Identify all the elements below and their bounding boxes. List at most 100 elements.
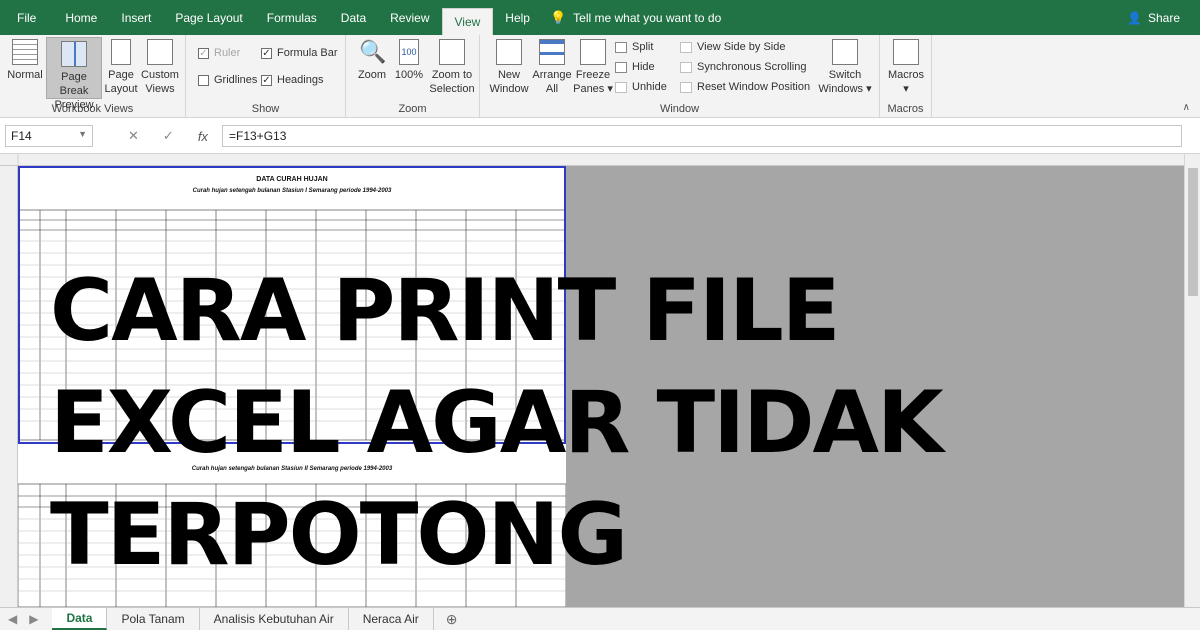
overlay-title-line-2: EXCEL AGAR TIDAK xyxy=(50,373,944,473)
zoom-to-selection-button[interactable]: Zoom to Selection xyxy=(428,39,476,96)
menu-help[interactable]: Help xyxy=(493,0,542,35)
formula-bar-check-icon: ✓ xyxy=(261,47,272,59)
menu-review[interactable]: Review xyxy=(378,0,441,35)
freeze-panes-label-2: Panes ▾ xyxy=(573,83,613,95)
overlay-title-line-1: CARA PRINT FILE xyxy=(50,261,841,361)
unhide-label: Unhide xyxy=(632,81,667,93)
overlay-title-line-3: TERPOTONG xyxy=(50,485,628,585)
new-window-icon xyxy=(496,39,522,65)
arrange-all-label-1: Arrange xyxy=(532,69,572,81)
unhide-button[interactable]: Unhide xyxy=(615,81,667,93)
headings-check-icon: ✓ xyxy=(261,74,272,86)
new-window-button[interactable]: New Window xyxy=(488,39,530,96)
menu-data[interactable]: Data xyxy=(329,0,378,35)
column-header-ticks xyxy=(17,154,19,166)
formula-bar-checkbox[interactable]: ✓ Formula Bar xyxy=(261,47,338,59)
menu-view[interactable]: View xyxy=(441,8,494,35)
synchronous-scrolling-button[interactable]: Synchronous Scrolling xyxy=(680,61,806,73)
custom-views-label-1: Custom xyxy=(141,69,179,81)
menu-bar: File Home Insert Page Layout Formulas Da… xyxy=(0,0,1200,35)
switch-windows-button[interactable]: Switch Windows ▾ xyxy=(818,39,872,96)
split-label: Split xyxy=(632,41,654,53)
page-layout-view-button[interactable]: Page Layout xyxy=(104,39,138,96)
tab-pola-tanam[interactable]: Pola Tanam xyxy=(107,608,200,630)
lightbulb-icon: 💡 xyxy=(549,9,567,25)
tab-analisis-kebutuhan-air[interactable]: Analisis Kebutuhan Air xyxy=(200,608,349,630)
arrange-all-button[interactable]: Arrange All xyxy=(532,39,572,96)
menu-formulas[interactable]: Formulas xyxy=(255,0,329,35)
name-box[interactable]: F14 ▼ xyxy=(5,125,93,147)
share-button[interactable]: 👤 Share xyxy=(1127,0,1180,35)
magnifier-icon: 🔍 xyxy=(359,39,387,64)
view-side-by-side-button[interactable]: View Side by Side xyxy=(680,41,785,53)
split-button[interactable]: Split xyxy=(615,41,653,53)
page-layout-label-2: Layout xyxy=(104,83,138,95)
cancel-icon[interactable]: ✕ xyxy=(128,128,139,144)
normal-view-button[interactable]: Normal xyxy=(6,39,44,82)
tab-data[interactable]: Data xyxy=(52,608,108,630)
hide-label: Hide xyxy=(632,61,655,73)
page-layout-icon xyxy=(111,39,131,65)
window-group-label: Window xyxy=(659,103,700,115)
freeze-panes-icon xyxy=(580,39,606,65)
add-sheet-icon[interactable]: ⊕ xyxy=(434,611,470,628)
tab-scroll-right-icon[interactable]: ▶ xyxy=(25,612,52,626)
zoom-label: Zoom xyxy=(357,69,387,81)
headings-checkbox[interactable]: ✓ Headings xyxy=(261,74,323,86)
hide-button[interactable]: Hide xyxy=(615,61,655,73)
switch-windows-label-2: Windows ▾ xyxy=(818,83,872,95)
scrollbar-thumb[interactable] xyxy=(1188,168,1198,296)
freeze-panes-label-1: Freeze xyxy=(575,69,611,81)
new-window-label-1: New xyxy=(497,69,520,81)
macros-group-label: Macros xyxy=(887,103,924,115)
switch-windows-icon xyxy=(832,39,858,65)
macros-dropdown-label: ▾ xyxy=(903,83,909,95)
formula-input[interactable]: =F13+G13 xyxy=(222,125,1182,147)
ruler-checkbox[interactable]: ✓ Ruler xyxy=(198,47,240,59)
workbook-views-label: Workbook Views xyxy=(51,103,134,115)
menu-insert[interactable]: Insert xyxy=(109,0,163,35)
new-window-label-2: Window xyxy=(489,83,529,95)
custom-views-label-2: Views xyxy=(145,83,175,95)
reset-position-icon xyxy=(680,81,692,93)
menu-file[interactable]: File xyxy=(0,0,53,35)
vertical-scrollbar[interactable] xyxy=(1184,154,1200,607)
collapse-ribbon-icon[interactable]: ∧ xyxy=(1183,102,1190,113)
switch-windows-label-1: Switch xyxy=(828,69,862,81)
zoom-100-label: 100% xyxy=(394,69,424,81)
custom-views-button[interactable]: Custom Views xyxy=(140,39,180,96)
zoom-selection-icon xyxy=(439,39,465,65)
ruler-check-icon: ✓ xyxy=(198,47,209,59)
unhide-icon xyxy=(615,81,627,93)
menu-page-layout[interactable]: Page Layout xyxy=(163,0,254,35)
normal-view-icon xyxy=(12,39,38,65)
sheet-tabs-bar: ◀ ▶ Data Pola Tanam Analisis Kebutuhan A… xyxy=(0,607,1200,630)
macros-icon xyxy=(893,39,919,65)
group-show: ✓ Ruler ✓ Formula Bar Gridlines ✓ Headin… xyxy=(186,35,346,118)
menu-home[interactable]: Home xyxy=(53,0,109,35)
show-label: Show xyxy=(251,103,280,115)
formula-bar-label: Formula Bar xyxy=(277,47,338,59)
zoom-100-button[interactable]: 100 100% xyxy=(394,39,424,82)
freeze-panes-button[interactable]: Freeze Panes ▾ xyxy=(573,39,613,96)
insert-function-icon[interactable]: fx xyxy=(198,129,208,144)
zoom-selection-label-1: Zoom to xyxy=(431,69,473,81)
page-break-preview-button[interactable]: Page Break Preview xyxy=(46,37,102,111)
zoom-group-label: Zoom xyxy=(398,103,427,115)
formula-bar: F14 ▼ ✕ ✓ fx =F13+G13 xyxy=(0,118,1200,154)
reset-window-position-button[interactable]: Reset Window Position xyxy=(680,81,810,93)
tab-neraca-air[interactable]: Neraca Air xyxy=(349,608,434,630)
person-icon: 👤 xyxy=(1127,10,1142,25)
sync-scroll-icon xyxy=(680,61,692,73)
normal-label: Normal xyxy=(7,69,43,81)
group-window: New Window Arrange All Freeze Panes ▾ Sp… xyxy=(480,35,880,118)
enter-icon[interactable]: ✓ xyxy=(163,128,174,144)
group-macros: Macros ▾ Macros xyxy=(880,35,932,118)
row-headers xyxy=(0,166,18,607)
gridlines-checkbox[interactable]: Gridlines xyxy=(198,74,257,86)
ribbon: Normal Page Break Preview Page Layout Cu… xyxy=(0,35,1200,118)
tab-scroll-left-icon[interactable]: ◀ xyxy=(0,612,25,626)
tell-me-search[interactable]: 💡 Tell me what you want to do xyxy=(550,10,721,26)
zoom-button[interactable]: 🔍 Zoom xyxy=(354,39,390,82)
macros-button[interactable]: Macros ▾ xyxy=(886,39,926,96)
